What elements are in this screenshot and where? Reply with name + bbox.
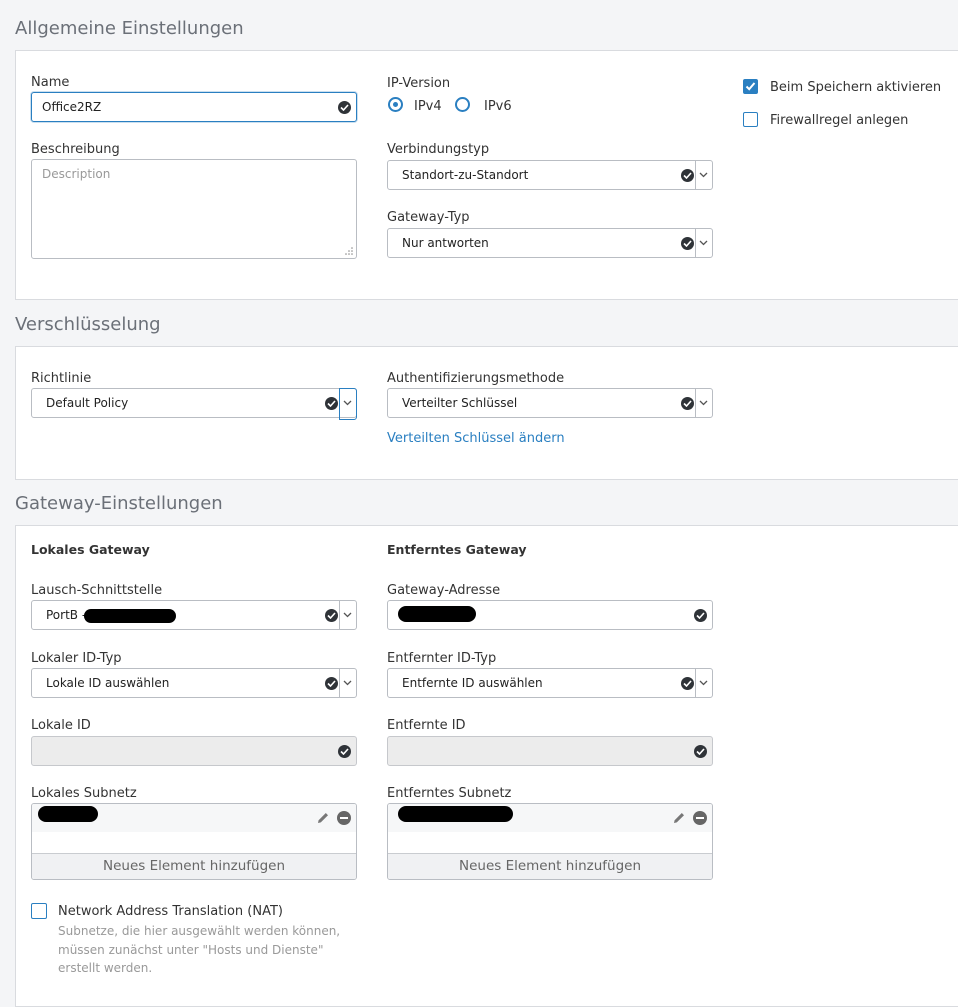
nat-label[interactable]: Network Address Translation (NAT) (58, 904, 283, 919)
local-subnet-label: Lokales Subnetz (31, 786, 137, 801)
local-id-type-label: Lokaler ID-Typ (31, 651, 122, 666)
valid-check-icon (325, 609, 338, 622)
remote-id-type-label: Entfernter ID-Typ (387, 651, 497, 666)
valid-check-icon (694, 745, 707, 758)
activate-on-save-label[interactable]: Beim Speichern aktivieren (770, 80, 941, 95)
section-title-general: Allgemeine Einstellungen (15, 18, 244, 39)
gateway-type-value: Nur antworten (402, 236, 489, 250)
nat-hint-line-2: müssen zunächst unter "Hosts und Dienste… (58, 943, 324, 957)
valid-check-icon (338, 101, 351, 114)
policy-label: Richtlinie (31, 371, 92, 386)
list-item[interactable] (388, 804, 712, 832)
local-id-input (31, 736, 357, 766)
remove-minus-icon[interactable] (337, 811, 351, 825)
valid-check-icon (681, 237, 694, 250)
add-remote-subnet-button[interactable]: Neues Element hinzufügen (388, 853, 712, 879)
remote-gateway-heading: Entferntes Gateway (387, 542, 527, 557)
gateway-address-label: Gateway-Adresse (387, 583, 501, 598)
description-textarea[interactable]: Description (31, 159, 357, 259)
remote-subnet-list: Neues Element hinzufügen (387, 803, 713, 880)
description-placeholder: Description (42, 167, 111, 181)
local-gateway-heading: Lokales Gateway (31, 542, 150, 557)
ipv4-radio[interactable] (388, 97, 403, 112)
create-firewall-rule-checkbox[interactable] (743, 112, 758, 127)
ipv6-radio[interactable] (455, 97, 470, 112)
checkmark-icon (745, 82, 756, 91)
policy-value: Default Policy (46, 396, 129, 410)
resize-handle-icon[interactable] (345, 247, 353, 255)
remote-id-input (387, 736, 713, 766)
local-subnet-list: Neues Element hinzufügen (31, 803, 357, 880)
activate-on-save-checkbox[interactable] (743, 79, 758, 94)
section-title-encryption: Verschlüsselung (15, 314, 161, 335)
gateway-type-label: Gateway-Typ (387, 210, 470, 225)
local-id-type-value: Lokale ID auswählen (46, 676, 170, 690)
ipv4-label[interactable]: IPv4 (414, 99, 442, 114)
valid-check-icon (694, 609, 707, 622)
valid-check-icon (681, 169, 694, 182)
nat-checkbox[interactable] (31, 903, 47, 919)
connection-type-select[interactable]: Standort-zu-Standort (387, 160, 713, 190)
create-firewall-rule-label[interactable]: Firewallregel anlegen (770, 113, 908, 128)
valid-check-icon (325, 677, 338, 690)
chevron-down-icon[interactable] (339, 669, 356, 697)
remote-subnet-label: Entferntes Subnetz (387, 786, 512, 801)
valid-check-icon (681, 397, 694, 410)
local-id-type-select[interactable]: Lokale ID auswählen (31, 668, 357, 698)
remove-minus-icon[interactable] (693, 811, 707, 825)
valid-check-icon (338, 745, 351, 758)
policy-select[interactable]: Default Policy (31, 388, 357, 420)
edit-pencil-icon[interactable] (316, 811, 330, 825)
add-local-subnet-button[interactable]: Neues Element hinzufügen (32, 853, 356, 879)
name-input[interactable]: Office2RZ (31, 92, 357, 122)
valid-check-icon (681, 677, 694, 690)
nat-hint-line-1: Subnetze, die hier ausgewählt werden kön… (58, 924, 341, 938)
chevron-down-icon[interactable] (695, 389, 712, 417)
listen-interface-select[interactable]: PortB - (31, 600, 357, 630)
connection-type-value: Standort-zu-Standort (402, 168, 529, 182)
redacted-block (38, 806, 98, 822)
description-label: Beschreibung (31, 142, 120, 157)
auth-method-value: Verteilter Schlüssel (402, 396, 518, 410)
gateway-type-select[interactable]: Nur antworten (387, 228, 713, 258)
name-input-value: Office2RZ (42, 100, 102, 114)
nat-hint-line-3: erstellt werden. (58, 961, 153, 975)
chevron-down-icon[interactable] (339, 601, 356, 629)
connection-type-label: Verbindungstyp (387, 142, 490, 157)
chevron-down-icon[interactable] (339, 388, 357, 420)
name-label: Name (31, 75, 70, 90)
listen-interface-label: Lausch-Schnittstelle (31, 583, 163, 598)
valid-check-icon (325, 397, 338, 410)
remote-id-type-value: Entfernte ID auswählen (402, 676, 543, 690)
section-title-gateway: Gateway-Einstellungen (15, 493, 223, 514)
chevron-down-icon[interactable] (695, 669, 712, 697)
remote-id-label: Entfernte ID (387, 718, 466, 733)
list-item[interactable] (32, 804, 356, 832)
redacted-block (398, 606, 476, 622)
local-id-label: Lokale ID (31, 718, 91, 733)
redacted-block (398, 806, 513, 822)
change-shared-key-link[interactable]: Verteilten Schlüssel ändern (387, 431, 565, 446)
chevron-down-icon[interactable] (695, 161, 712, 189)
edit-pencil-icon[interactable] (672, 811, 686, 825)
gateway-address-input[interactable] (387, 600, 713, 630)
redacted-block (84, 609, 176, 623)
chevron-down-icon[interactable] (695, 229, 712, 257)
radio-selected-dot (393, 102, 398, 107)
ip-version-label: IP-Version (387, 76, 451, 91)
ipv6-label[interactable]: IPv6 (484, 99, 512, 114)
remote-id-type-select[interactable]: Entfernte ID auswählen (387, 668, 713, 698)
auth-method-select[interactable]: Verteilter Schlüssel (387, 388, 713, 418)
listen-interface-value: PortB - (46, 608, 87, 622)
auth-method-label: Authentifizierungsmethode (387, 371, 565, 386)
